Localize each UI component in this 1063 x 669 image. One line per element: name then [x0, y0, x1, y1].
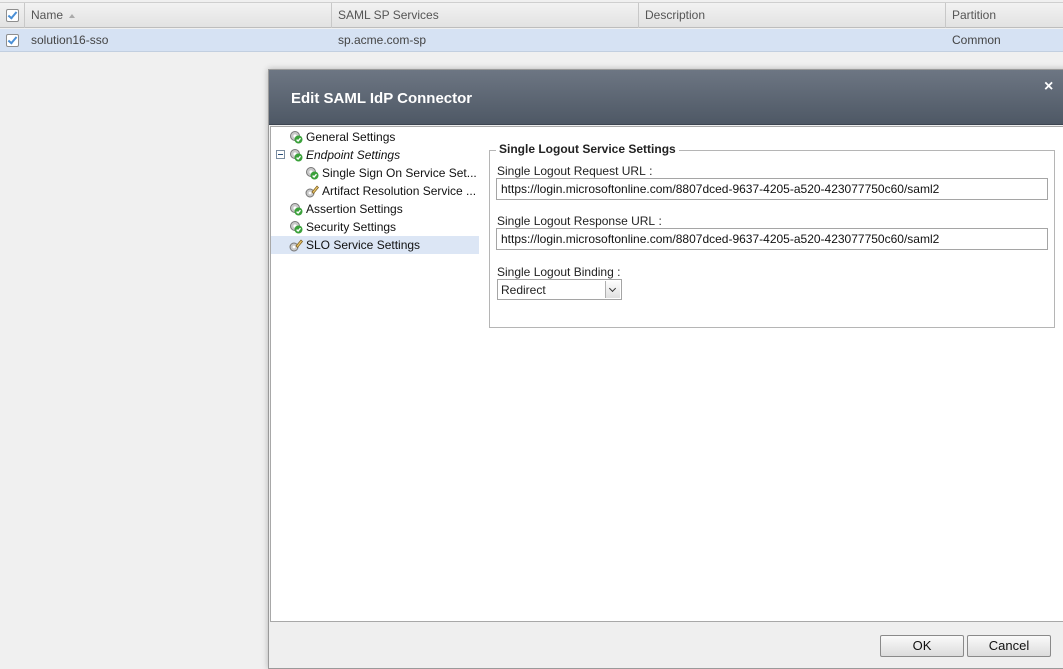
check-gear-icon	[290, 203, 303, 216]
settings-panel: Single Logout Service Settings Single Lo…	[479, 126, 1063, 622]
tree-item-label: Endpoint Settings	[306, 148, 401, 162]
binding-label: Single Logout Binding :	[497, 265, 621, 279]
tree-item-label: Assertion Settings	[306, 202, 403, 216]
sort-ascending-icon	[69, 13, 76, 18]
check-gear-icon	[306, 167, 319, 180]
cell-description	[639, 29, 645, 51]
column-header-name-label: Name	[31, 8, 64, 22]
tree-item-artifact-resolution[interactable]: Artifact Resolution Service ...	[271, 182, 479, 200]
tree-item-assertion-settings[interactable]: Assertion Settings	[271, 200, 479, 218]
pencil-gear-icon	[289, 239, 303, 252]
row-checkbox[interactable]	[6, 34, 19, 47]
fieldset-legend: Single Logout Service Settings	[496, 142, 679, 156]
tree-item-label: Single Sign On Service Set...	[322, 166, 477, 180]
column-header-sp-services[interactable]: SAML SP Services	[332, 3, 639, 28]
chevron-down-icon[interactable]	[605, 281, 620, 298]
collapse-icon[interactable]	[276, 150, 285, 159]
binding-select[interactable]: Redirect	[497, 279, 622, 300]
check-gear-icon	[290, 149, 303, 162]
tree-item-label: Artifact Resolution Service ...	[322, 184, 477, 198]
response-url-input[interactable]	[496, 228, 1048, 250]
slo-fieldset: Single Logout Service Settings Single Lo…	[489, 142, 1055, 328]
settings-tree: General Settings Endpoint Settings Singl…	[270, 126, 480, 622]
cancel-button[interactable]: Cancel	[967, 635, 1051, 657]
column-header-sp-services-label: SAML SP Services	[338, 8, 439, 22]
column-header-partition-label: Partition	[952, 8, 997, 22]
edit-connector-dialog: Edit SAML IdP Connector × General Settin…	[268, 69, 1063, 669]
tree-item-slo-service-settings[interactable]: SLO Service Settings	[271, 236, 479, 254]
tree-item-general-settings[interactable]: General Settings	[271, 128, 479, 146]
dialog-title: Edit SAML IdP Connector	[291, 90, 473, 107]
select-all-checkbox[interactable]	[6, 9, 19, 22]
check-gear-icon	[290, 221, 303, 234]
table-row[interactable]: solution16-sso sp.acme.com-sp Common	[0, 29, 1063, 52]
tree-item-security-settings[interactable]: Security Settings	[271, 218, 479, 236]
close-icon[interactable]: ×	[1044, 79, 1053, 95]
request-url-label: Single Logout Request URL :	[497, 164, 653, 178]
column-header-description-label: Description	[645, 8, 706, 22]
tree-item-label: SLO Service Settings	[306, 238, 421, 252]
tree-item-endpoint-settings[interactable]: Endpoint Settings	[271, 146, 479, 164]
cell-partition: Common	[952, 33, 1001, 47]
dialog-title-bar[interactable]: Edit SAML IdP Connector ×	[269, 70, 1063, 125]
check-gear-icon	[290, 131, 303, 144]
request-url-input[interactable]	[496, 178, 1048, 200]
table-header: Name SAML SP Services Description Partit…	[0, 2, 1063, 28]
select-all-cell	[0, 3, 25, 28]
column-header-partition[interactable]: Partition	[946, 3, 1063, 28]
response-url-label: Single Logout Response URL :	[497, 214, 662, 228]
cell-sp-services: sp.acme.com-sp	[338, 33, 427, 47]
cell-name[interactable]: solution16-sso	[25, 29, 108, 51]
column-header-name[interactable]: Name	[25, 3, 332, 28]
pencil-gear-icon	[305, 185, 319, 198]
tree-item-label: Security Settings	[306, 220, 397, 234]
column-header-description[interactable]: Description	[639, 3, 946, 28]
binding-select-value: Redirect	[501, 283, 546, 297]
tree-item-label: General Settings	[306, 130, 396, 144]
tree-item-sso-service-settings[interactable]: Single Sign On Service Set...	[271, 164, 479, 182]
ok-button[interactable]: OK	[880, 635, 964, 657]
